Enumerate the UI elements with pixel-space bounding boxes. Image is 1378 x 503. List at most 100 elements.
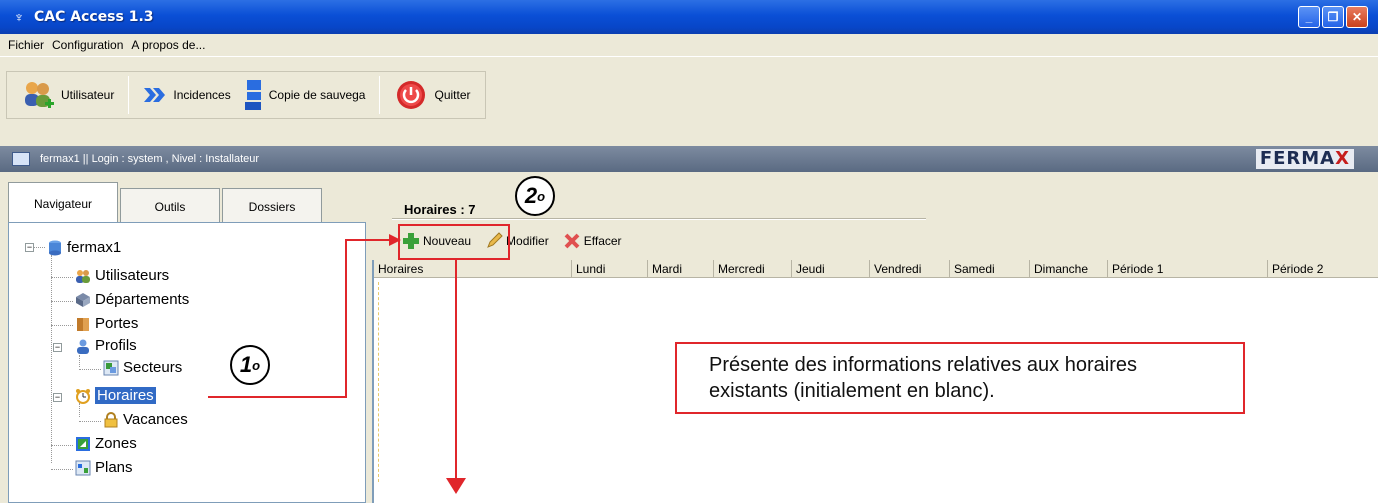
- plans-icon: [75, 460, 91, 476]
- session-info-bar: fermax1 || Login : system , Nivel : Inst…: [0, 146, 1378, 172]
- schedules-panel: Horaires : 7 Nouveau Modifier Effacer Ho…: [372, 172, 1378, 503]
- close-button[interactable]: ✕: [1346, 6, 1368, 28]
- column-header[interactable]: Période 2: [1268, 260, 1378, 277]
- incidences-button[interactable]: Incidences: [143, 75, 231, 115]
- window-title: CAC Access 1.3: [34, 9, 154, 25]
- table-header: Horaires Lundi Mardi Mercredi Jeudi Vend…: [374, 260, 1378, 278]
- column-header[interactable]: Jeudi: [792, 260, 870, 277]
- tree-item-label: Secteurs: [123, 359, 183, 376]
- pencil-icon: [485, 232, 503, 250]
- toolbar-separator: [379, 76, 381, 114]
- tree-item-label: Vacances: [123, 411, 188, 428]
- nouveau-button[interactable]: Nouveau: [402, 232, 471, 250]
- step-2-number: 2: [524, 183, 538, 208]
- tab-dossiers[interactable]: Dossiers: [222, 188, 322, 224]
- column-header[interactable]: Dimanche: [1030, 260, 1108, 277]
- tab-outils[interactable]: Outils: [120, 188, 220, 224]
- column-header[interactable]: Samedi: [950, 260, 1030, 277]
- divider: [392, 218, 926, 220]
- modifier-button[interactable]: Modifier: [485, 232, 549, 250]
- tree-connector: [51, 301, 73, 302]
- tree-connector: [51, 469, 73, 470]
- toolbar-separator: [128, 76, 130, 114]
- quitter-button[interactable]: Quitter: [394, 75, 471, 115]
- tree-root-label: fermax1: [67, 239, 122, 256]
- tree-item-label: Plans: [95, 459, 133, 476]
- navigator-tabs: Navigateur Outils Dossiers: [8, 182, 324, 224]
- utilisateur-label: Utilisateur: [61, 88, 115, 102]
- menu-configuration[interactable]: Configuration: [52, 38, 123, 52]
- tree-item-label: Utilisateurs: [95, 267, 170, 284]
- quitter-label: Quitter: [434, 88, 471, 102]
- copie-button[interactable]: Copie de sauvega: [243, 75, 366, 115]
- incidences-label: Incidences: [173, 88, 231, 102]
- callout-line-2: existants (initialement en blanc).: [709, 380, 995, 402]
- tree-item-secteurs[interactable]: Secteurs: [103, 359, 182, 376]
- utilisateur-button[interactable]: Utilisateur: [21, 75, 114, 115]
- double-chevron-icon: [143, 78, 167, 112]
- tree-item-profils[interactable]: Profils: [75, 337, 137, 354]
- menu-a-propos[interactable]: A propos de...: [131, 38, 205, 52]
- menu-fichier[interactable]: Fichier: [8, 38, 44, 52]
- effacer-button[interactable]: Effacer: [563, 232, 622, 250]
- step-2-superscript: o: [537, 188, 546, 204]
- step-1-superscript: o: [252, 357, 261, 373]
- tree-root[interactable]: fermax1: [47, 239, 121, 256]
- step-2-marker: 2o: [515, 176, 555, 216]
- toolbar: Utilisateur Incidences Copie de sauvega: [0, 56, 1378, 146]
- tree-item-horaires[interactable]: Horaires: [75, 387, 156, 404]
- tree-collapse-icon[interactable]: −: [53, 393, 62, 402]
- column-header[interactable]: Période 1: [1108, 260, 1268, 277]
- lock-icon: [103, 411, 119, 428]
- column-header[interactable]: Mercredi: [714, 260, 792, 277]
- tree-collapse-icon[interactable]: −: [53, 343, 62, 352]
- tree-connector: [51, 255, 52, 463]
- actions-bar: Nouveau Modifier Effacer: [402, 232, 636, 250]
- column-header[interactable]: Mardi: [648, 260, 714, 277]
- tree-connector: [51, 445, 73, 446]
- column-header[interactable]: Horaires: [374, 260, 572, 277]
- copie-label: Copie de sauvega: [268, 88, 366, 102]
- add-icon: [402, 232, 420, 250]
- zones-icon: [75, 436, 91, 452]
- navigator-tree: − fermax1 Utilisateurs Départements Port…: [8, 222, 366, 503]
- tree-item-vacances[interactable]: Vacances: [103, 411, 188, 428]
- sectors-icon: [103, 360, 119, 376]
- column-header[interactable]: Lundi: [572, 260, 648, 277]
- content-area: Navigateur Outils Dossiers − fermax1 Uti…: [0, 172, 1378, 503]
- menu-bar: Fichier Configuration A propos de...: [0, 34, 1378, 56]
- antenna-icon: ♆: [13, 9, 25, 25]
- tree-collapse-icon[interactable]: −: [25, 243, 34, 252]
- step-1-number: 1: [239, 352, 253, 377]
- minimize-button[interactable]: _: [1298, 6, 1320, 28]
- callout-line-1: Présente des informations relatives aux …: [709, 354, 1137, 376]
- title-bar: ♆ CAC Access 1.3 _ ❐ ✕: [0, 0, 1378, 34]
- tree-connector: [79, 403, 80, 417]
- fermax-logo: FERMAX: [1255, 149, 1354, 169]
- users-icon: [21, 78, 55, 112]
- door-icon: [75, 316, 91, 332]
- window-controls: _ ❐ ✕: [1298, 6, 1368, 28]
- session-info: fermax1 || Login : system , Nivel : Inst…: [40, 153, 260, 165]
- tree-item-departements[interactable]: Départements: [75, 291, 189, 308]
- tree-connector: [51, 277, 73, 278]
- table-body: [378, 282, 379, 482]
- tree-item-zones[interactable]: Zones: [75, 435, 137, 452]
- tree-item-label: Profils: [95, 337, 137, 354]
- delete-icon: [563, 232, 581, 250]
- alarm-clock-icon: [75, 388, 91, 404]
- tree-connector: [79, 421, 101, 422]
- tree-item-utilisateurs[interactable]: Utilisateurs: [75, 267, 169, 284]
- restore-button[interactable]: ❐: [1322, 6, 1344, 28]
- toolbar-group: Utilisateur Incidences Copie de sauvega: [6, 71, 486, 119]
- tree-item-plans[interactable]: Plans: [75, 459, 133, 476]
- modifier-label: Modifier: [506, 234, 549, 248]
- profile-icon: [75, 338, 91, 354]
- tab-navigateur[interactable]: Navigateur: [8, 182, 118, 224]
- tree-connector: [79, 369, 101, 370]
- column-header[interactable]: Vendredi: [870, 260, 950, 277]
- tree-item-portes[interactable]: Portes: [75, 315, 138, 332]
- users-icon: [75, 268, 91, 284]
- backup-icon: [243, 78, 263, 112]
- effacer-label: Effacer: [583, 234, 622, 248]
